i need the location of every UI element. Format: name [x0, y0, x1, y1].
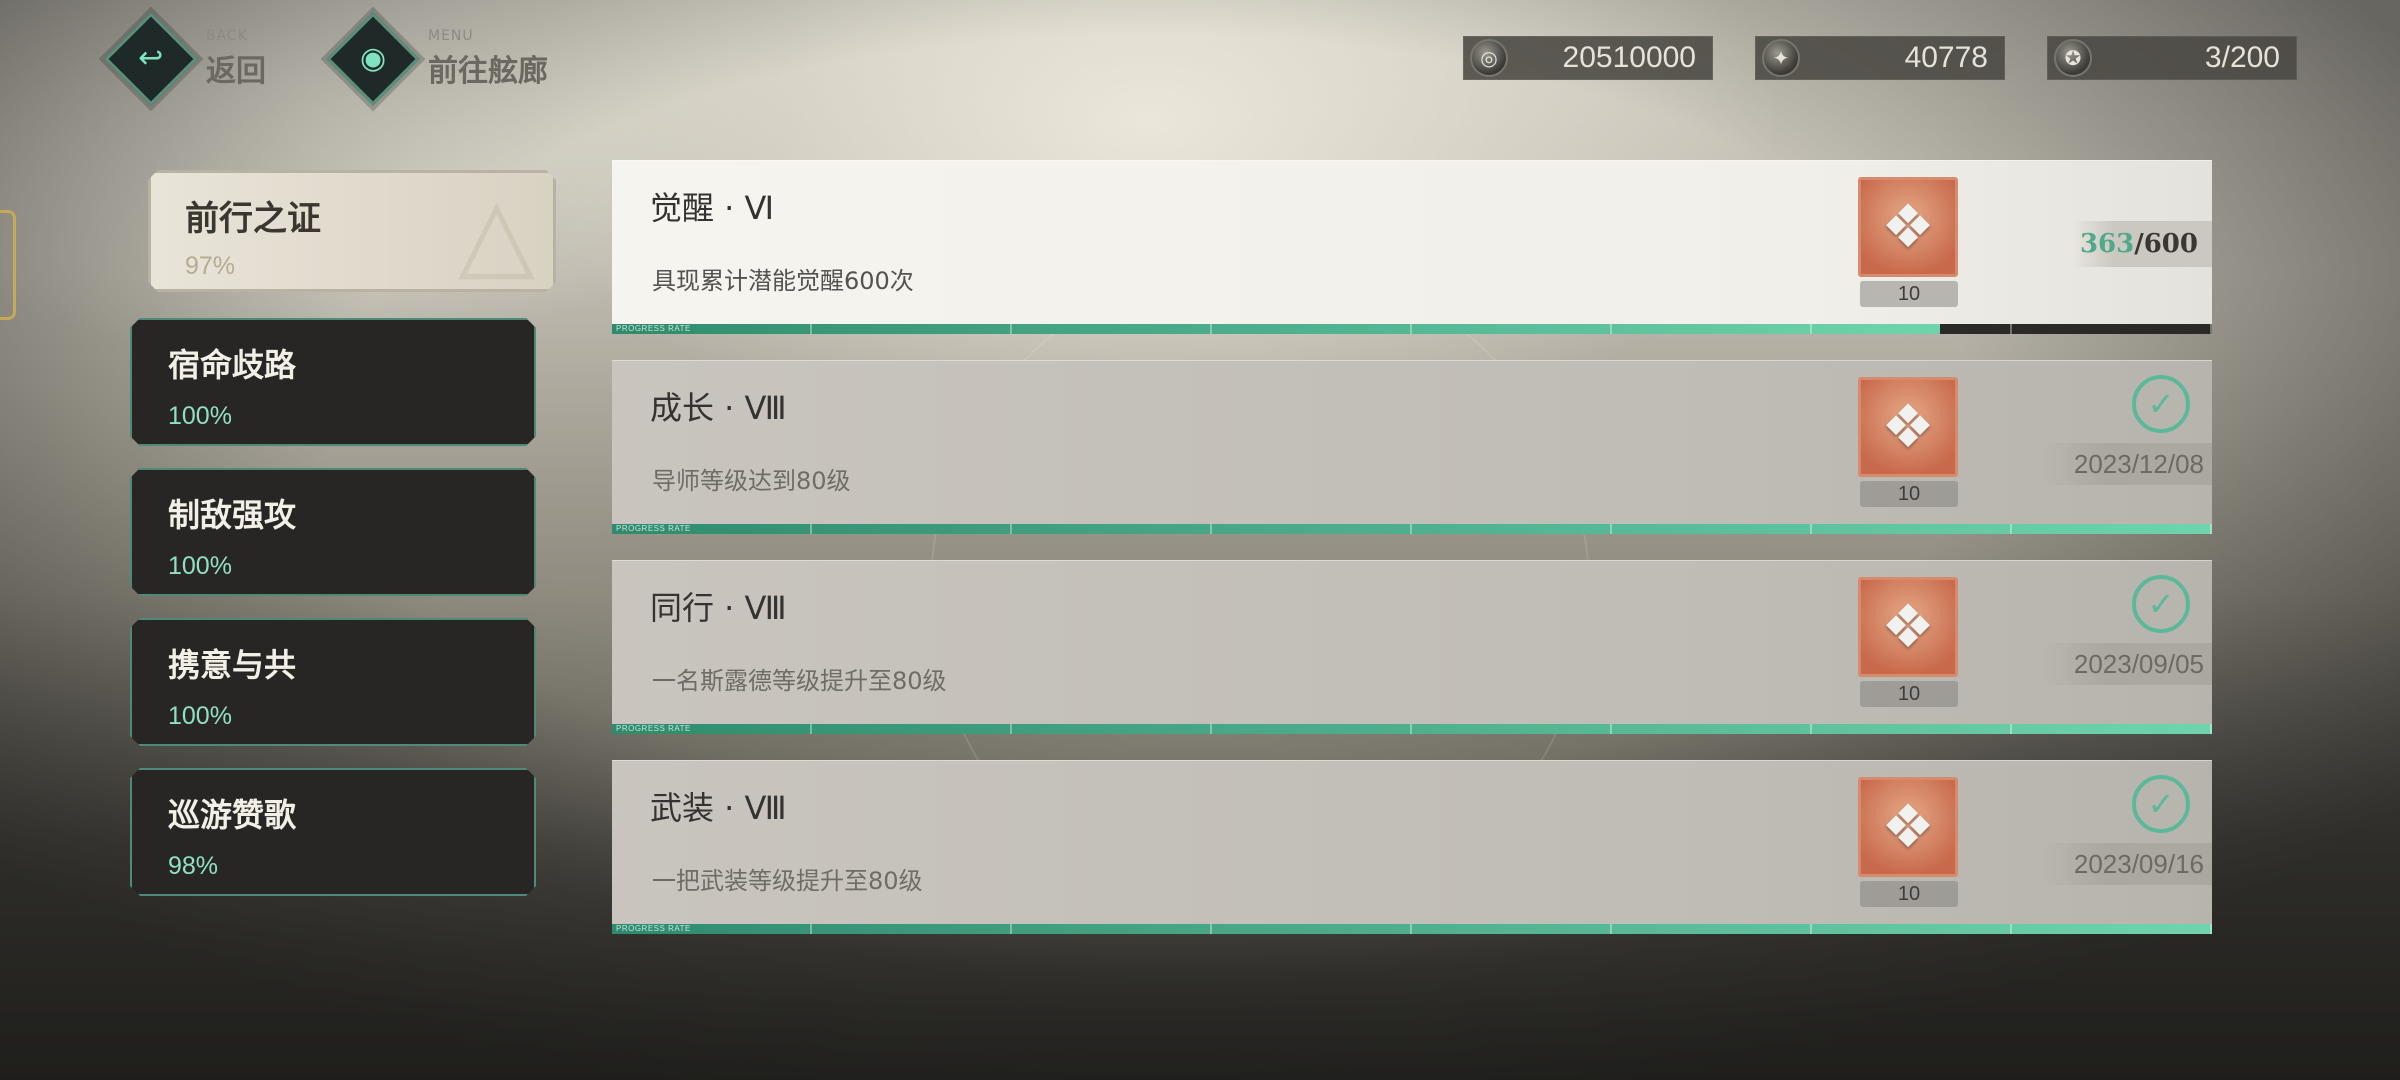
checkmark-icon: ✓: [2132, 575, 2190, 633]
currency-badges[interactable]: ✪ 3/200: [2047, 36, 2297, 80]
progress-bar: PROGRESS RATE: [612, 724, 2212, 734]
reward-count: 10: [1860, 881, 1958, 907]
currency-value: 20510000: [1562, 41, 1696, 74]
completion-date: 2023/09/16: [2042, 843, 2212, 885]
achievement-card[interactable]: 武装 · Ⅷ 一把武装等级提升至80级 ❖ 10 ✓ 2023/09/16 PR…: [612, 760, 2212, 934]
achievement-card[interactable]: 成长 · Ⅷ 导师等级达到80级 ❖ 10 ✓ 2023/12/08 PROGR…: [612, 360, 2212, 534]
reward-item[interactable]: ❖: [1858, 777, 1958, 877]
achievement-title: 武装 · Ⅷ: [650, 789, 787, 827]
category-title: 巡游赞歌: [168, 796, 297, 834]
achievement-card[interactable]: 同行 · Ⅷ 一名斯露德等级提升至80级 ❖ 10 ✓ 2023/09/05 P…: [612, 560, 2212, 734]
crystal-reward-icon: ❖: [1881, 792, 1935, 862]
currency-value: 40778: [1904, 41, 1988, 74]
progress-bar: PROGRESS RATE: [612, 524, 2212, 534]
achievement-description: 一把武装等级提升至80级: [652, 867, 923, 895]
achievement-description: 一名斯露德等级提升至80级: [652, 667, 947, 695]
reward-count: 10: [1860, 681, 1958, 707]
category-title: 携意与共: [168, 646, 297, 684]
reward-count: 10: [1860, 481, 1958, 507]
reward-item[interactable]: ❖: [1858, 377, 1958, 477]
currency-value: 3/200: [2204, 41, 2280, 74]
progress-text: 363/600: [2072, 221, 2212, 267]
category-percent: 100%: [168, 702, 232, 730]
category-tab[interactable]: 巡游赞歌 98%: [130, 768, 536, 896]
crystal-reward-icon: ❖: [1881, 192, 1935, 262]
category-title: 制敌强攻: [168, 496, 297, 534]
menu-button[interactable]: ◉ MENU 前往舷廊: [326, 12, 548, 106]
crystal-reward-icon: ❖: [1881, 392, 1935, 462]
progress-bar-label: PROGRESS RATE: [616, 924, 691, 933]
reward-count: 10: [1860, 281, 1958, 307]
coin-icon: ◎: [1470, 39, 1508, 77]
progress-bar: PROGRESS RATE: [612, 324, 2212, 334]
badge-icon: ✪: [2054, 39, 2092, 77]
currency-crystals[interactable]: ✦ 40778: [1755, 36, 2005, 80]
category-percent: 100%: [168, 402, 232, 430]
achievement-title: 觉醒 · Ⅵ: [650, 189, 775, 227]
achievement-title: 同行 · Ⅷ: [650, 589, 787, 627]
back-label: 返回: [206, 54, 266, 89]
progress-bar-label: PROGRESS RATE: [616, 724, 691, 733]
triangle-emblem-icon: △: [458, 174, 535, 291]
achievement-description: 导师等级达到80级: [652, 467, 851, 495]
menu-label: 前往舷廊: [428, 54, 548, 89]
progress-bar-label: PROGRESS RATE: [616, 524, 691, 533]
category-percent: 100%: [168, 552, 232, 580]
back-button[interactable]: ↩ BACK 返回: [104, 12, 266, 106]
completion-date: 2023/09/05: [2042, 643, 2212, 685]
back-label-en: BACK: [206, 28, 248, 44]
currency-coins[interactable]: ◎ 20510000: [1463, 36, 1713, 80]
category-tab[interactable]: 携意与共 100%: [130, 618, 536, 746]
category-tab-active[interactable]: △ 前行之证 97%: [148, 170, 556, 292]
progress-target: 600: [2143, 229, 2198, 259]
checkmark-icon: ✓: [2132, 375, 2190, 433]
progress-bar: PROGRESS RATE: [612, 924, 2212, 934]
category-tab[interactable]: 制敌强攻 100%: [130, 468, 536, 596]
reward-item[interactable]: ❖: [1858, 177, 1958, 277]
completion-date: 2023/12/08: [2042, 443, 2212, 485]
achievement-description: 具现累计潜能觉醒600次: [652, 267, 914, 295]
menu-icon: ◉: [326, 12, 420, 106]
achievement-title: 成长 · Ⅷ: [650, 389, 787, 427]
back-icon: ↩: [104, 12, 198, 106]
crystal-reward-icon: ❖: [1881, 592, 1935, 662]
edge-highlight: [0, 210, 16, 320]
progress-current: 363: [2079, 229, 2135, 259]
category-tab[interactable]: 宿命歧路 100%: [130, 318, 536, 446]
category-title: 宿命歧路: [168, 346, 297, 384]
category-percent: 98%: [168, 852, 219, 880]
progress-bar-label: PROGRESS RATE: [616, 324, 691, 333]
crystal-icon: ✦: [1762, 39, 1800, 77]
progress-separator: /: [2134, 229, 2144, 259]
menu-label-en: MENU: [428, 28, 474, 44]
achievement-card[interactable]: 觉醒 · Ⅵ 具现累计潜能觉醒600次 ❖ 10 363/600 PROGRES…: [612, 160, 2212, 334]
reward-item[interactable]: ❖: [1858, 577, 1958, 677]
checkmark-icon: ✓: [2132, 775, 2190, 833]
